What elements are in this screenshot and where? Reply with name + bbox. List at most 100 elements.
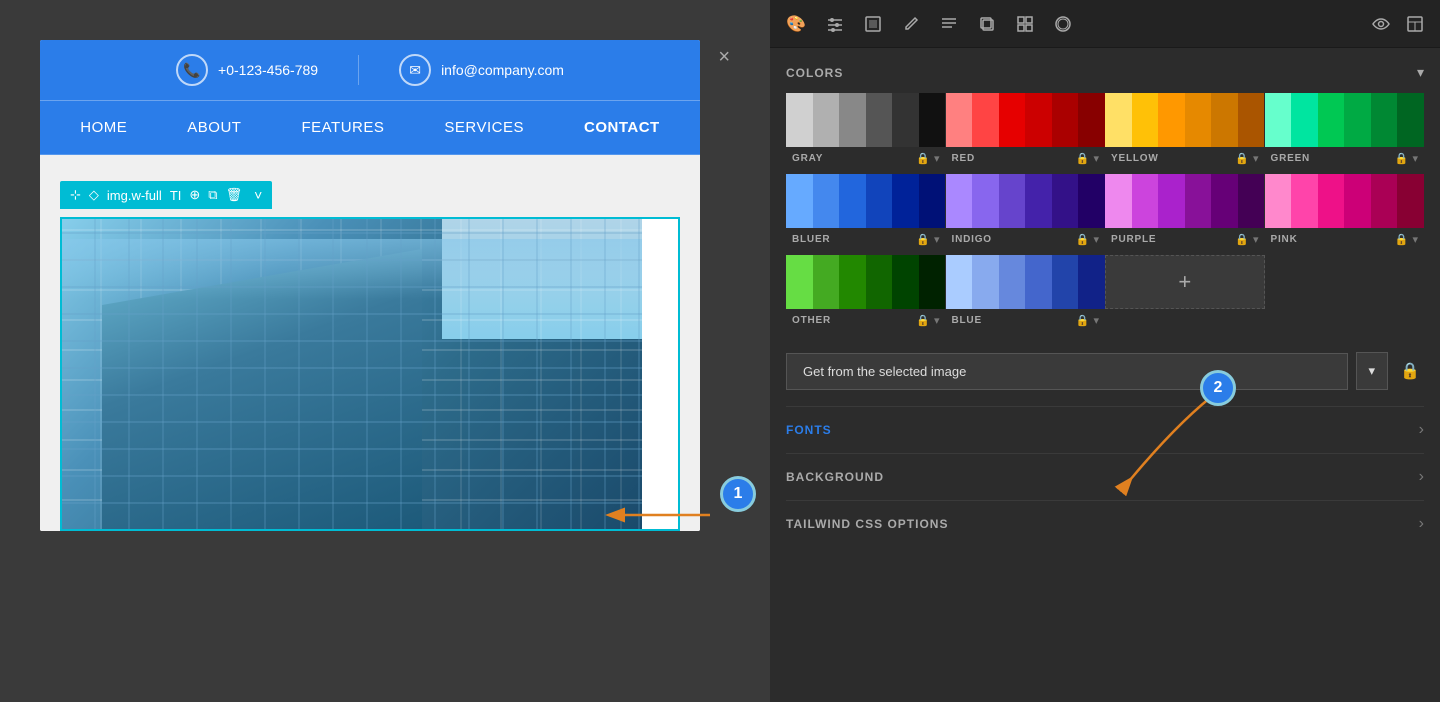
blue-swatch-6[interactable] (1078, 255, 1105, 309)
text-icon[interactable] (940, 15, 958, 33)
pink-swatch-4[interactable] (1344, 174, 1371, 228)
gray-lock-icon[interactable]: 🔒 (916, 152, 930, 165)
blue-swatch-4[interactable] (1025, 255, 1052, 309)
grid-icon[interactable] (1016, 15, 1034, 33)
red-swatch-4[interactable] (1025, 93, 1052, 147)
indigo-swatch-1[interactable] (946, 174, 973, 228)
target-icon[interactable]: ⊕ (189, 187, 200, 203)
other-swatch-4[interactable] (866, 255, 893, 309)
get-image-dropdown-button[interactable]: ▾ (1356, 352, 1389, 390)
red-swatch-1[interactable] (946, 93, 973, 147)
gray-swatch-5[interactable] (892, 93, 919, 147)
close-button[interactable]: × (718, 46, 730, 69)
purple-swatch-1[interactable] (1105, 174, 1132, 228)
yellow-swatch-3[interactable] (1158, 93, 1185, 147)
nav-services[interactable]: SERVICES (444, 119, 524, 136)
other-swatch-5[interactable] (892, 255, 919, 309)
eye-icon[interactable] (1372, 15, 1390, 33)
blue-swatch-1[interactable] (946, 255, 973, 309)
bluer-expand-icon[interactable]: ▾ (934, 233, 940, 246)
tailwind-row[interactable]: TAILWIND CSS OPTIONS › (786, 500, 1424, 547)
pink-swatch-5[interactable] (1371, 174, 1398, 228)
pink-swatch-6[interactable] (1397, 174, 1424, 228)
bluer-swatch-4[interactable] (866, 174, 893, 228)
background-row[interactable]: BACKGROUND › (786, 453, 1424, 500)
blue-swatch-3[interactable] (999, 255, 1026, 309)
bluer-swatch-1[interactable] (786, 174, 813, 228)
other-expand-icon[interactable]: ▾ (934, 314, 940, 327)
yellow-swatch-5[interactable] (1211, 93, 1238, 147)
yellow-swatch-1[interactable] (1105, 93, 1132, 147)
blue-swatch-2[interactable] (972, 255, 999, 309)
blue-lock-icon[interactable]: 🔒 (1076, 314, 1090, 327)
bluer-lock-icon[interactable]: 🔒 (916, 233, 930, 246)
blue-expand-icon[interactable]: ▾ (1093, 314, 1099, 327)
indigo-expand-icon[interactable]: ▾ (1093, 233, 1099, 246)
red-swatch-3[interactable] (999, 93, 1026, 147)
other-swatch-6[interactable] (919, 255, 946, 309)
pink-expand-icon[interactable]: ▾ (1412, 233, 1418, 246)
bluer-swatch-3[interactable] (839, 174, 866, 228)
yellow-swatch-6[interactable] (1238, 93, 1265, 147)
purple-swatch-4[interactable] (1185, 174, 1212, 228)
gray-expand-icon[interactable]: ▾ (934, 152, 940, 165)
red-lock-icon[interactable]: 🔒 (1076, 152, 1090, 165)
nav-about[interactable]: ABOUT (187, 119, 241, 136)
indigo-swatch-5[interactable] (1052, 174, 1079, 228)
green-lock-icon[interactable]: 🔒 (1395, 152, 1409, 165)
blue-swatch-5[interactable] (1052, 255, 1079, 309)
yellow-expand-icon[interactable]: ▾ (1253, 152, 1259, 165)
more-chevron-icon[interactable]: ˅ (254, 187, 262, 203)
other-swatch-2[interactable] (813, 255, 840, 309)
pink-swatch-2[interactable] (1291, 174, 1318, 228)
purple-expand-icon[interactable]: ▾ (1253, 233, 1259, 246)
red-swatch-5[interactable] (1052, 93, 1079, 147)
gray-swatch-4[interactable] (866, 93, 893, 147)
image-toolbar[interactable]: ⊹ ◇ img.w-full TI ⊕ ⧉ 🗑 ˅ (60, 181, 272, 209)
bluer-swatch-5[interactable] (892, 174, 919, 228)
purple-lock-icon[interactable]: 🔒 (1235, 233, 1249, 246)
purple-swatch-6[interactable] (1238, 174, 1265, 228)
green-swatch-4[interactable] (1344, 93, 1371, 147)
colors-chevron-icon[interactable]: ▾ (1417, 64, 1424, 81)
pen-icon[interactable] (902, 15, 920, 33)
purple-swatch-2[interactable] (1132, 174, 1159, 228)
indigo-swatch-2[interactable] (972, 174, 999, 228)
yellow-lock-icon[interactable]: 🔒 (1235, 152, 1249, 165)
window-icon[interactable] (1406, 15, 1424, 33)
gray-swatch-6[interactable] (919, 93, 946, 147)
yellow-swatch-2[interactable] (1132, 93, 1159, 147)
gray-swatch-3[interactable] (839, 93, 866, 147)
green-swatch-6[interactable] (1397, 93, 1424, 147)
purple-swatch-3[interactable] (1158, 174, 1185, 228)
red-swatch-2[interactable] (972, 93, 999, 147)
green-swatch-1[interactable] (1265, 93, 1292, 147)
indigo-swatch-3[interactable] (999, 174, 1026, 228)
gray-swatch-2[interactable] (813, 93, 840, 147)
get-image-lock-icon[interactable]: 🔒 (1396, 357, 1424, 385)
pink-swatch-3[interactable] (1318, 174, 1345, 228)
layout-icon[interactable] (864, 15, 882, 33)
get-from-image-button[interactable]: Get from the selected image (786, 353, 1348, 390)
pink-lock-icon[interactable]: 🔒 (1395, 233, 1409, 246)
nav-home[interactable]: HOME (80, 119, 127, 136)
other-swatch-3[interactable] (839, 255, 866, 309)
red-expand-icon[interactable]: ▾ (1093, 152, 1099, 165)
delete-icon[interactable]: 🗑 (226, 187, 243, 203)
sliders-icon[interactable] (826, 15, 844, 33)
pink-swatch-1[interactable] (1265, 174, 1292, 228)
copy2-icon[interactable] (978, 15, 996, 33)
green-swatch-3[interactable] (1318, 93, 1345, 147)
copy-icon[interactable]: ⧉ (208, 187, 217, 203)
nav-features[interactable]: FEATURES (301, 119, 384, 136)
palette-icon[interactable]: 🎨 (786, 14, 806, 34)
indigo-lock-icon[interactable]: 🔒 (1076, 233, 1090, 246)
move-icon[interactable]: ⊹ (70, 187, 81, 203)
fonts-row[interactable]: FONTS › (786, 406, 1424, 453)
green-swatch-5[interactable] (1371, 93, 1398, 147)
nav-contact[interactable]: CONTACT (584, 119, 660, 136)
other-lock-icon[interactable]: 🔒 (916, 314, 930, 327)
purple-swatch-5[interactable] (1211, 174, 1238, 228)
green-swatch-2[interactable] (1291, 93, 1318, 147)
indigo-swatch-4[interactable] (1025, 174, 1052, 228)
